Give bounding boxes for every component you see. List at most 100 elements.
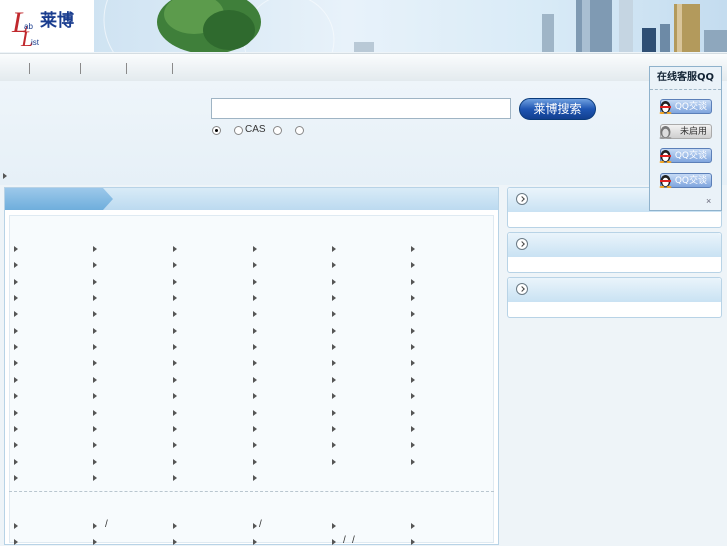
list-bullet-arrow-icon: [411, 377, 415, 383]
list-bullet-arrow-icon: [253, 344, 257, 350]
list-bullet-arrow-icon: [14, 295, 18, 301]
list-bullet-arrow-icon: [93, 426, 97, 432]
qq-offline-label: 未启用: [679, 127, 707, 137]
qq-penguin-icon: [659, 98, 672, 114]
chevron-right-circle-icon[interactable]: [516, 238, 528, 250]
svg-text:ist: ist: [31, 38, 40, 47]
list-bullet-arrow-icon: [411, 442, 415, 448]
search-option-radio-3[interactable]: [273, 126, 282, 135]
close-icon[interactable]: ×: [706, 196, 711, 206]
list-bullet-arrow-icon: [411, 410, 415, 416]
list-bullet-arrow-icon: [14, 377, 18, 383]
side-panel-header: [508, 278, 721, 302]
list-bullet-arrow-icon: [93, 459, 97, 465]
list-bullet-arrow-icon: [93, 377, 97, 383]
qq-chat-label: QQ交谈: [674, 102, 707, 112]
list-bullet-arrow-icon: [173, 393, 177, 399]
separator-slash: /: [105, 519, 108, 530]
header-banner: [94, 0, 727, 52]
nav-separator: [172, 63, 173, 74]
list-bullet-arrow-icon: [14, 344, 18, 350]
qq-chat-button[interactable]: QQ交谈: [659, 173, 712, 188]
main-panel-tab[interactable]: [5, 188, 113, 210]
list-bullet-arrow-icon: [253, 410, 257, 416]
search-button[interactable]: 莱博搜索: [519, 98, 596, 120]
nav-separator: [29, 63, 30, 74]
chevron-right-circle-icon[interactable]: [516, 283, 528, 295]
list-bullet-arrow-icon: [411, 279, 415, 285]
list-bullet-arrow-icon: [411, 539, 415, 545]
search-option-radio-4[interactable]: [295, 126, 304, 135]
separator-slash: /: [352, 535, 355, 546]
list-bullet-arrow-icon: [93, 360, 97, 366]
list-bullet-arrow-icon: [93, 295, 97, 301]
side-panel-header: [508, 233, 721, 257]
list-bullet-arrow-icon: [93, 410, 97, 416]
list-bullet-arrow-icon: [14, 475, 18, 481]
list-bullet-arrow-icon: [253, 295, 257, 301]
separator-slash: /: [343, 535, 346, 546]
list-bullet-arrow-icon: [332, 279, 336, 285]
list-bullet-arrow-icon: [14, 539, 18, 545]
list-bullet-arrow-icon: [14, 426, 18, 432]
list-bullet-arrow-icon: [411, 262, 415, 268]
list-bullet-arrow-icon: [173, 377, 177, 383]
list-bullet-arrow-icon: [14, 459, 18, 465]
search-input[interactable]: [211, 98, 511, 119]
list-bullet-arrow-icon: [332, 328, 336, 334]
list-bullet-arrow-icon: [173, 475, 177, 481]
list-bullet-arrow-icon: [253, 475, 257, 481]
search-option-radio-cas[interactable]: [234, 126, 243, 135]
search-option-label-cas: CAS: [245, 124, 266, 135]
list-bullet-arrow-icon: [253, 539, 257, 545]
list-bullet-arrow-icon: [253, 246, 257, 252]
qq-panel-title: 在线客服QQ: [650, 67, 721, 90]
list-bullet-arrow-icon: [93, 328, 97, 334]
list-bullet-arrow-icon: [253, 311, 257, 317]
list-bullet-arrow-icon: [173, 344, 177, 350]
list-bullet-arrow-icon: [173, 459, 177, 465]
chevron-right-circle-icon[interactable]: [516, 193, 528, 205]
side-panel-2: [507, 232, 722, 273]
search-option-radio-1[interactable]: [212, 126, 221, 135]
list-bullet-arrow-icon: [253, 426, 257, 432]
main-panel-header: [5, 188, 498, 210]
separator-slash: /: [259, 519, 262, 530]
list-bullet-arrow-icon: [253, 328, 257, 334]
site-logo[interactable]: L ab L ist 莱博: [4, 2, 94, 51]
qq-service-panel: 在线客服QQ QQ交谈 未启用 QQ交谈 QQ交谈 ×: [649, 66, 722, 211]
list-bullet-arrow-icon: [173, 279, 177, 285]
list-bullet-arrow-icon: [332, 523, 336, 529]
list-bullet-arrow-icon: [173, 410, 177, 416]
list-bullet-arrow-icon: [332, 393, 336, 399]
list-bullet-arrow-icon: [173, 426, 177, 432]
list-bullet-arrow-icon: [253, 360, 257, 366]
header: L ab L ist 莱博: [0, 0, 727, 52]
list-bullet-arrow-icon: [411, 344, 415, 350]
list-bullet-arrow-icon: [253, 377, 257, 383]
qq-offline-button[interactable]: 未启用: [659, 123, 712, 139]
list-bullet-arrow-icon: [411, 523, 415, 529]
list-divider: [9, 491, 494, 492]
qq-chat-button[interactable]: QQ交谈: [659, 147, 712, 163]
list-bullet-arrow-icon: [173, 442, 177, 448]
list-bullet-arrow-icon: [14, 262, 18, 268]
qq-penguin-icon: [659, 147, 672, 163]
list-bullet-arrow-icon: [332, 360, 336, 366]
list-bullet-arrow-icon: [14, 360, 18, 366]
list-bullet-arrow-icon: [332, 426, 336, 432]
qq-chat-label: QQ交谈: [674, 176, 707, 186]
list-bullet-arrow-icon: [411, 295, 415, 301]
list-bullet-arrow-icon: [332, 311, 336, 317]
category-grid: [9, 215, 494, 543]
qq-penguin-gray-icon: [659, 123, 672, 139]
list-bullet-arrow-icon: [411, 426, 415, 432]
side-panel-3: [507, 277, 722, 318]
qq-chat-button[interactable]: QQ交谈: [659, 98, 712, 114]
list-bullet-arrow-icon: [173, 539, 177, 545]
list-bullet-arrow-icon: [173, 262, 177, 268]
list-bullet-arrow-icon: [332, 539, 336, 545]
list-bullet-arrow-icon: [93, 344, 97, 350]
list-bullet-arrow-icon: [411, 459, 415, 465]
nav-separator: [80, 63, 81, 74]
